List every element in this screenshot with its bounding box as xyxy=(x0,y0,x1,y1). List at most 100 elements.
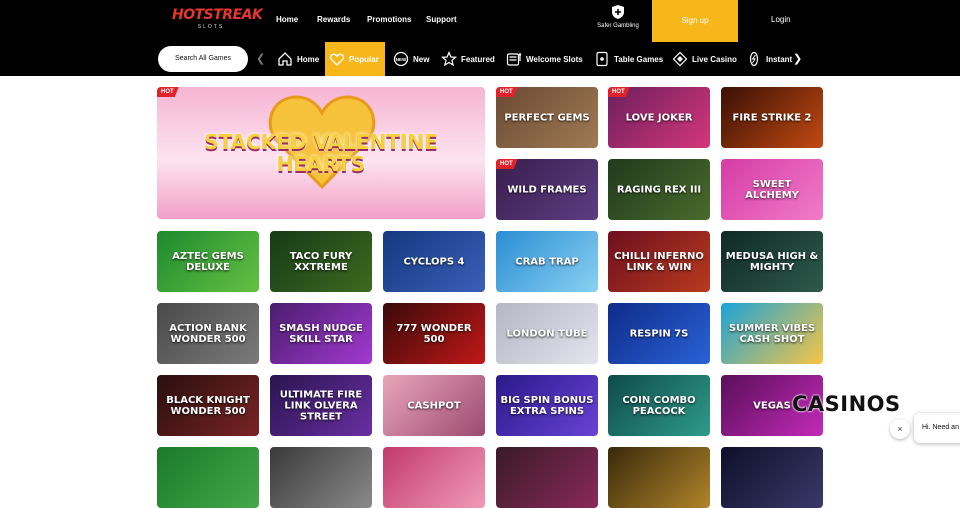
tab-home[interactable]: Home xyxy=(277,42,319,76)
instant-win-icon xyxy=(749,51,759,67)
game-tile[interactable]: FIRE STRIKE 2 xyxy=(721,87,823,148)
tab-instant-label: Instant xyxy=(766,54,793,64)
game-title: BLACK KNIGHT WONDER 500 xyxy=(166,394,250,417)
game-title: RESPIN 7S xyxy=(629,328,689,339)
tab-featured-label: Featured xyxy=(461,54,495,64)
tab-instant[interactable]: Instant xyxy=(746,42,792,76)
game-title: FIRE STRIKE 2 xyxy=(732,112,812,123)
hotstreak-logo[interactable]: HOTSTREAK SLOTS xyxy=(172,7,263,33)
shield-icon xyxy=(612,5,624,19)
close-icon[interactable]: × xyxy=(890,419,910,439)
game-tile[interactable]: ULTIMATE FIRE LINK OLVERA STREET xyxy=(270,375,372,436)
game-tile[interactable]: WILD FRAMES HOT xyxy=(496,159,598,220)
tab-new-label: New xyxy=(413,54,430,64)
nav-home[interactable]: Home xyxy=(276,15,298,24)
featured-game-tile[interactable]: STACKED VALENTINE HEARTS HOT xyxy=(157,87,485,219)
tab-welcome-slots-label: Welcome Slots xyxy=(526,54,583,64)
hot-badge: HOT xyxy=(496,87,518,97)
chevron-left-icon[interactable]: ❮ xyxy=(256,52,265,65)
game-title: SMASH NUDGE SKILL STAR xyxy=(279,322,363,345)
game-title: TACO FURY XXTREME xyxy=(289,250,353,273)
home-icon xyxy=(278,52,292,66)
game-tile[interactable]: RAGING REX III xyxy=(608,159,710,220)
game-tile[interactable] xyxy=(721,447,823,508)
game-tile[interactable] xyxy=(496,447,598,508)
hot-badge: HOT xyxy=(496,159,518,169)
search-all-games-button[interactable]: Search All Games xyxy=(158,46,248,72)
game-title: AZTEC GEMS DELUXE xyxy=(172,250,244,273)
game-tile[interactable]: CHILLI INFERNO LINK & WIN xyxy=(608,231,710,292)
game-tile[interactable]: SUMMER VIBES CASH SHOT xyxy=(721,303,823,364)
game-tile[interactable] xyxy=(383,447,485,508)
game-tile[interactable]: RESPIN 7S xyxy=(608,303,710,364)
game-title: LONDON TUBE xyxy=(506,328,588,339)
game-tile[interactable]: BLACK KNIGHT WONDER 500 xyxy=(157,375,259,436)
game-title: BIG SPIN BONUS EXTRA SPINS xyxy=(500,394,594,417)
tab-live-casino[interactable]: Live Casino xyxy=(672,42,737,76)
chevron-right-icon[interactable]: ❯ xyxy=(793,52,802,65)
nav-promotions[interactable]: Promotions xyxy=(367,15,411,24)
game-tile[interactable]: 777 WONDER 500 xyxy=(383,303,485,364)
game-tile[interactable] xyxy=(270,447,372,508)
game-title: PERFECT GEMS xyxy=(504,112,590,123)
game-tile[interactable]: BIG SPIN BONUS EXTRA SPINS xyxy=(496,375,598,436)
game-tile[interactable]: COIN COMBO PEACOCK xyxy=(608,375,710,436)
category-nav: Search All Games ❮ Home Popular NEW New … xyxy=(0,42,960,76)
game-title: WILD FRAMES xyxy=(507,184,587,195)
playing-card-icon xyxy=(596,51,608,67)
tab-welcome-slots[interactable]: Welcome Slots xyxy=(506,42,583,76)
tab-popular-label: Popular xyxy=(349,54,379,64)
game-tile[interactable]: CYCLOPS 4 xyxy=(383,231,485,292)
login-link[interactable]: Login xyxy=(771,15,791,24)
game-tile[interactable]: AZTEC GEMS DELUXE xyxy=(157,231,259,292)
game-tile[interactable]: LONDON TUBE xyxy=(496,303,598,364)
game-tile[interactable]: CASHPOT xyxy=(383,375,485,436)
game-title: LOVE JOKER xyxy=(625,112,693,123)
heart-icon xyxy=(329,53,345,66)
game-title: CRAB TRAP xyxy=(515,256,579,267)
tab-table-games[interactable]: Table Games xyxy=(594,42,663,76)
game-tile[interactable] xyxy=(157,447,259,508)
star-icon xyxy=(441,51,457,67)
game-tile[interactable]: LOVE JOKER HOT xyxy=(608,87,710,148)
game-tile[interactable]: ACTION BANK WONDER 500 xyxy=(157,303,259,364)
signup-button[interactable]: Sign up xyxy=(652,0,738,42)
featured-game-title: STACKED VALENTINE HEARTS xyxy=(204,130,438,176)
logo-main-text: HOTSTREAK xyxy=(172,7,263,23)
casinos-watermark: CASINOS xyxy=(792,392,901,416)
svg-text:NEW: NEW xyxy=(396,57,407,62)
tab-home-label: Home xyxy=(297,54,320,64)
hot-badge: HOT xyxy=(157,87,179,97)
game-title: SWEET ALCHEMY xyxy=(745,178,799,201)
live-casino-icon xyxy=(672,51,688,67)
tab-popular[interactable]: Popular xyxy=(325,42,385,76)
tab-live-casino-label: Live Casino xyxy=(692,54,737,64)
nav-rewards[interactable]: Rewards xyxy=(317,15,350,24)
game-title: ACTION BANK WONDER 500 xyxy=(169,322,247,345)
game-title: CYCLOPS 4 xyxy=(403,256,465,267)
game-tile[interactable] xyxy=(608,447,710,508)
nav-support[interactable]: Support xyxy=(426,15,457,24)
game-tile[interactable]: SWEET ALCHEMY xyxy=(721,159,823,220)
tab-featured[interactable]: Featured xyxy=(441,42,495,76)
game-tile[interactable]: MEDUSA HIGH & MIGHTY xyxy=(721,231,823,292)
game-title: ULTIMATE FIRE LINK OLVERA STREET xyxy=(279,389,363,422)
game-title: 777 WONDER 500 xyxy=(396,322,472,345)
hot-badge: HOT xyxy=(608,87,630,97)
logo-sub-text: SLOTS xyxy=(197,24,225,30)
safer-gambling-label: Safer Gambling xyxy=(597,23,639,29)
chat-preview[interactable]: Hi. Need an xyxy=(914,413,960,443)
game-tile[interactable]: SMASH NUDGE SKILL STAR xyxy=(270,303,372,364)
safer-gambling-link[interactable]: Safer Gambling xyxy=(592,4,644,38)
game-tile[interactable]: PERFECT GEMS HOT xyxy=(496,87,598,148)
tab-new[interactable]: NEW New xyxy=(393,42,429,76)
game-title: MEDUSA HIGH & MIGHTY xyxy=(725,250,819,273)
site-header: HOTSTREAK SLOTS Home Rewards Promotions … xyxy=(0,0,960,42)
slot-machine-icon xyxy=(506,53,522,66)
tab-table-games-label: Table Games xyxy=(614,54,664,64)
game-tile[interactable]: TACO FURY XXTREME xyxy=(270,231,372,292)
game-tile[interactable]: CRAB TRAP xyxy=(496,231,598,292)
game-title: SUMMER VIBES CASH SHOT xyxy=(728,322,816,345)
game-title: RAGING REX III xyxy=(616,184,702,195)
game-title: COIN COMBO PEACOCK xyxy=(622,394,696,417)
